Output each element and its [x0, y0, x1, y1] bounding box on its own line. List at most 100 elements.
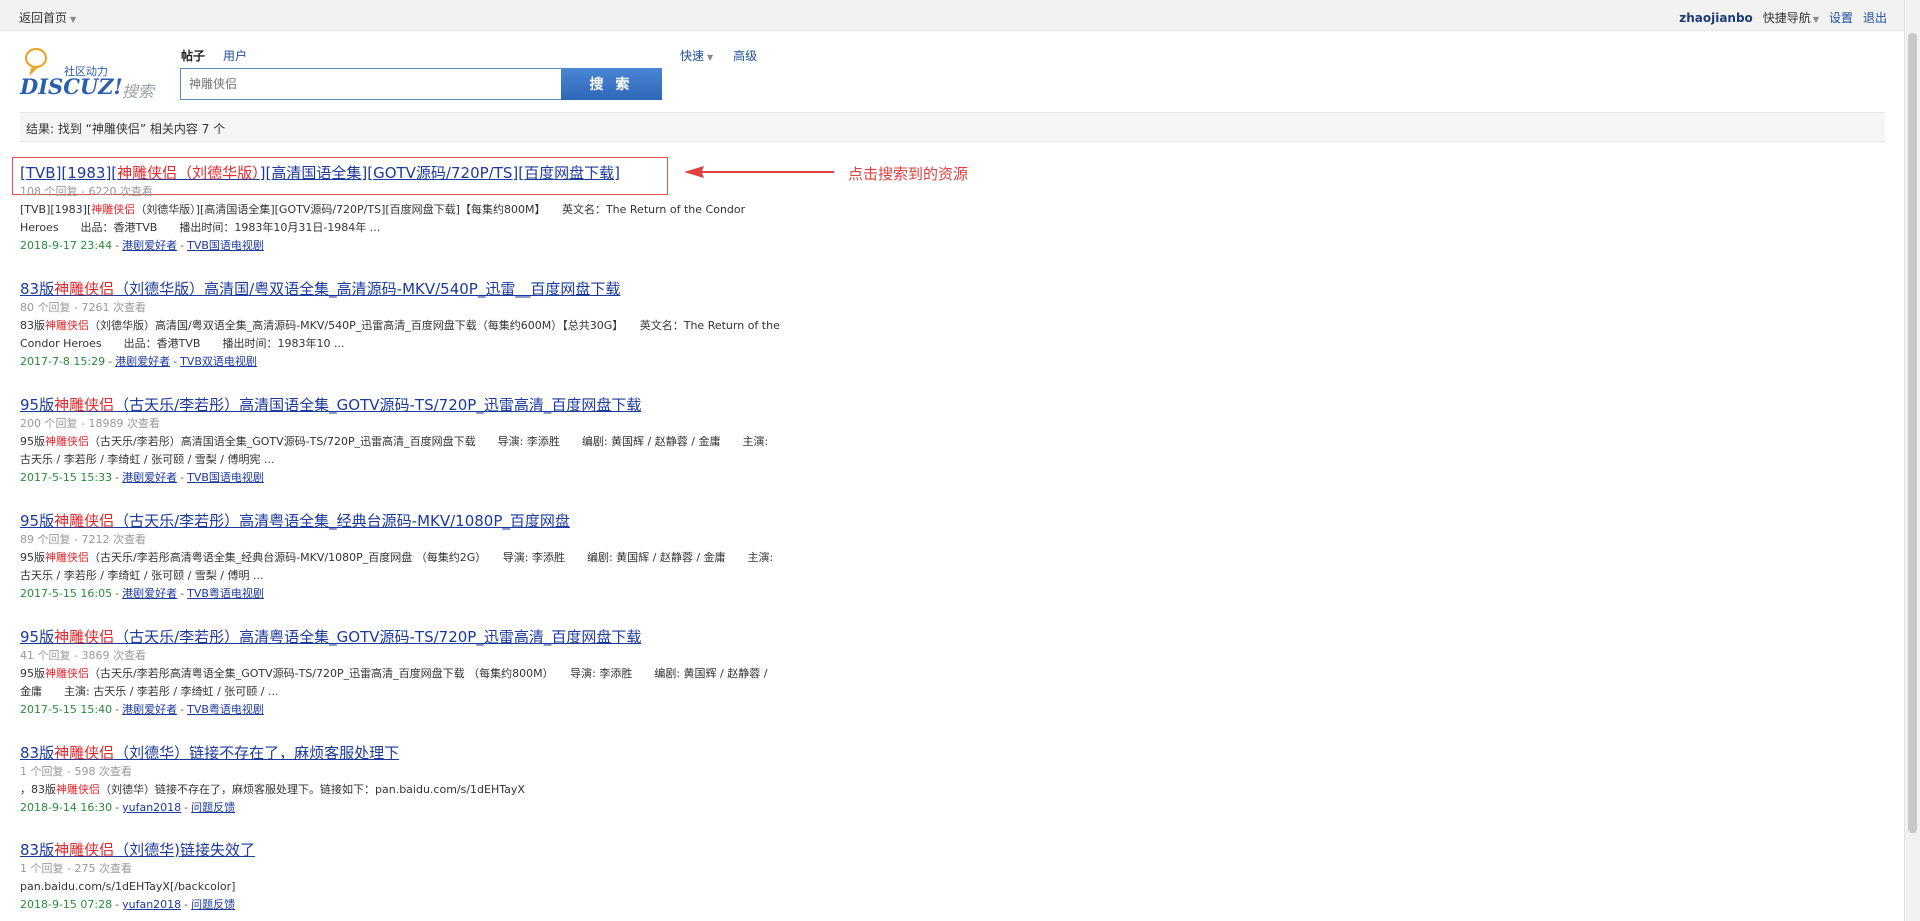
- keyword-highlight: 神雕侠侣（刘德华版）: [117, 164, 260, 182]
- home-link[interactable]: 返回首页 ▼: [19, 9, 76, 26]
- result-title-link[interactable]: 83版神雕侠侣（刘德华版）高清国/粤双语全集_高清源码-MKV/540P_迅雷_…: [20, 280, 620, 298]
- excerpt-text: （古天乐/李若彤高清粤语全集_GOTV源码-TS/720P_迅雷高清_百度网盘下…: [20, 667, 768, 698]
- keyword-highlight: 神雕侠侣: [54, 512, 115, 530]
- top-bar: 返回首页 ▼ zhaojianbo 快捷导航 ▼ 设置 退出: [0, 0, 1905, 31]
- result-title-link[interactable]: 83版神雕侠侣（刘德华）链接不存在了，麻烦客服处理下: [20, 744, 399, 762]
- excerpt-text: （刘德华）链接不存在了，麻烦客服处理下。链接如下：pan.baidu.com/s…: [100, 783, 525, 796]
- title-text: 83版: [20, 280, 55, 298]
- result-item: 95版神雕侠侣（古天乐/李若彤）高清粤语全集_GOTV源码-TS/720P_迅雷…: [20, 627, 780, 719]
- forum-link[interactable]: TVB国语电视剧: [187, 239, 264, 252]
- result-footer: 2017-5-15 16:05- 港剧爱好者 - TVB粤语电视剧: [20, 587, 264, 600]
- result-title-link[interactable]: 95版神雕侠侣（古天乐/李若彤）高清粤语全集_经典台源码-MKV/1080P_百…: [20, 512, 570, 530]
- result-stats: 200 个回复 - 18989 次查看: [20, 417, 160, 430]
- result-item: [TVB][1983][神雕侠侣（刘德华版）][高清国语全集][GOTV源码/7…: [20, 163, 780, 255]
- result-footer: 2018-9-15 07:28- yufan2018- 问题反馈: [20, 898, 236, 911]
- result-title-link[interactable]: 95版神雕侠侣（古天乐/李若彤）高清粤语全集_GOTV源码-TS/720P_迅雷…: [20, 628, 641, 646]
- result-excerpt: pan.baidu.com/s/1dEHTayX[/backcolor]: [20, 878, 780, 896]
- excerpt-text: pan.baidu.com/s/1dEHTayX[/backcolor]: [20, 880, 236, 893]
- author-link[interactable]: yufan2018: [122, 898, 181, 911]
- logout-link[interactable]: 退出: [1863, 9, 1887, 26]
- tab-posts[interactable]: 帖子: [181, 47, 205, 64]
- results-summary: 结果: 找到 “神雕侠侣” 相关内容 7 个: [26, 122, 226, 136]
- keyword-highlight: 神雕侠侣: [54, 628, 115, 646]
- result-stats: 89 个回复 - 7212 次查看: [20, 533, 146, 546]
- result-item: 83版神雕侠侣（刘德华)链接失效了 1 个回复 - 275 次查看 pan.ba…: [20, 840, 780, 914]
- search-box: 搜 索: [180, 68, 662, 100]
- keyword-highlight: 神雕侠侣: [54, 841, 115, 859]
- result-footer: 2018-9-14 16:30- yufan2018- 问题反馈: [20, 801, 236, 814]
- title-text: 95版: [20, 628, 55, 646]
- forum-link[interactable]: TVB粤语电视剧: [187, 703, 264, 716]
- author-link[interactable]: 港剧爱好者: [122, 587, 177, 600]
- advanced-search-link[interactable]: 高级: [733, 47, 757, 64]
- title-text: 83版: [20, 744, 55, 762]
- keyword-highlight: 神雕侠侣: [45, 667, 89, 680]
- title-text: （古天乐/李若彤）高清国语全集_GOTV源码-TS/720P_迅雷高清_百度网盘…: [114, 396, 642, 414]
- author-link[interactable]: 港剧爱好者: [122, 703, 177, 716]
- author-link[interactable]: 港剧爱好者: [122, 471, 177, 484]
- chevron-down-icon: ▼: [1812, 15, 1819, 24]
- result-item: 83版神雕侠侣（刘德华）链接不存在了，麻烦客服处理下 1 个回复 - 598 次…: [20, 743, 780, 817]
- keyword-highlight: 神雕侠侣: [91, 203, 136, 216]
- result-date: 2017-5-15 15:33: [20, 471, 113, 484]
- username-link[interactable]: zhaojianbo: [1679, 11, 1753, 25]
- quick-search-menu[interactable]: 快速 ▼: [680, 47, 713, 64]
- annotation-note: 点击搜索到的资源: [848, 165, 969, 183]
- excerpt-text: （刘德华版）高清国/粤双语全集_高清源码-MKV/540P_迅雷高清_百度网盘下…: [20, 319, 780, 350]
- excerpt-text: 95版: [20, 435, 45, 448]
- result-excerpt: 95版神雕侠侣（古天乐/李若彤高清粤语全集_经典台源码-MKV/1080P_百度…: [20, 549, 780, 585]
- scrollbar-thumb[interactable]: [1908, 33, 1917, 833]
- chevron-down-icon: ▼: [70, 15, 77, 24]
- author-link[interactable]: yufan2018: [122, 801, 181, 814]
- excerpt-text: ，83版: [20, 783, 56, 796]
- result-footer: 2018-9-17 23:44- 港剧爱好者 - TVB国语电视剧: [20, 239, 264, 252]
- result-footer: 2017-5-15 15:40- 港剧爱好者 - TVB粤语电视剧: [20, 703, 264, 716]
- keyword-highlight: 神雕侠侣: [54, 396, 115, 414]
- tab-users[interactable]: 用户: [223, 47, 247, 64]
- author-link[interactable]: 港剧爱好者: [115, 355, 170, 368]
- result-title-link[interactable]: [TVB][1983][神雕侠侣（刘德华版）][高清国语全集][GOTV源码/7…: [20, 164, 620, 182]
- result-excerpt: 83版神雕侠侣（刘德华版）高清国/粤双语全集_高清源码-MKV/540P_迅雷高…: [20, 317, 780, 353]
- logo-brand: DISCUZ!: [20, 74, 123, 99]
- result-item: 95版神雕侠侣（古天乐/李若彤）高清粤语全集_经典台源码-MKV/1080P_百…: [20, 511, 780, 603]
- result-date: 2018-9-14 16:30: [20, 801, 113, 814]
- result-stats: 41 个回复 - 3869 次查看: [20, 649, 146, 662]
- result-title-link[interactable]: 83版神雕侠侣（刘德华)链接失效了: [20, 841, 255, 859]
- excerpt-text: 95版: [20, 667, 45, 680]
- results-summary-bar: 结果: 找到 “神雕侠侣” 相关内容 7 个: [20, 112, 1885, 142]
- result-title-link[interactable]: 95版神雕侠侣（古天乐/李若彤）高清国语全集_GOTV源码-TS/720P_迅雷…: [20, 396, 641, 414]
- settings-link[interactable]: 设置: [1829, 9, 1853, 26]
- quick-nav-label: 快捷导航: [1762, 11, 1811, 25]
- title-text: （刘德华）链接不存在了，麻烦客服处理下: [114, 744, 400, 762]
- result-date: 2018-9-17 23:44: [20, 239, 113, 252]
- forum-link[interactable]: TVB双语电视剧: [180, 355, 257, 368]
- result-item: 83版神雕侠侣（刘德华版）高清国/粤双语全集_高清源码-MKV/540P_迅雷_…: [20, 279, 780, 371]
- forum-link[interactable]: TVB粤语电视剧: [187, 587, 264, 600]
- keyword-highlight: 神雕侠侣: [56, 783, 100, 796]
- discuz-search-logo[interactable]: 社区动力 DISCUZ! 搜索: [19, 46, 169, 102]
- keyword-highlight: 神雕侠侣: [45, 435, 89, 448]
- result-stats: 80 个回复 - 7261 次查看: [20, 301, 146, 314]
- result-excerpt: 95版神雕侠侣（古天乐/李若彤高清粤语全集_GOTV源码-TS/720P_迅雷高…: [20, 665, 780, 701]
- author-link[interactable]: 港剧爱好者: [122, 239, 177, 252]
- excerpt-text: （古天乐/李若彤高清粤语全集_经典台源码-MKV/1080P_百度网盘 （每集约…: [20, 551, 774, 582]
- result-date: 2017-5-15 16:05: [20, 587, 113, 600]
- excerpt-text: （古天乐/李若彤）高清国语全集_GOTV源码-TS/720P_迅雷高清_百度网盘…: [20, 435, 769, 466]
- result-footer: 2017-5-15 15:33- 港剧爱好者 - TVB国语电视剧: [20, 471, 264, 484]
- forum-link[interactable]: 问题反馈: [191, 801, 235, 814]
- forum-link[interactable]: 问题反馈: [191, 898, 235, 911]
- vertical-scrollbar[interactable]: [1904, 0, 1920, 921]
- quick-nav-menu[interactable]: 快捷导航 ▼: [1763, 9, 1819, 26]
- search-type-tabs: 帖子 用户: [181, 47, 247, 64]
- result-stats: 108 个回复 - 6220 次查看: [20, 185, 153, 198]
- title-text: （刘德华版）高清国/粤双语全集_高清源码-MKV/540P_迅雷__百度网盘下载: [114, 280, 621, 298]
- search-input[interactable]: [181, 69, 561, 99]
- search-button[interactable]: 搜 索: [561, 68, 662, 100]
- quick-search-label: 快速: [680, 49, 705, 63]
- result-date: 2017-7-8 15:29: [20, 355, 106, 368]
- search-options: 快速 ▼ 高级: [680, 47, 757, 64]
- keyword-highlight: 神雕侠侣: [54, 744, 115, 762]
- forum-link[interactable]: TVB国语电视剧: [187, 471, 264, 484]
- keyword-highlight: 神雕侠侣: [45, 551, 89, 564]
- title-text: 95版: [20, 512, 55, 530]
